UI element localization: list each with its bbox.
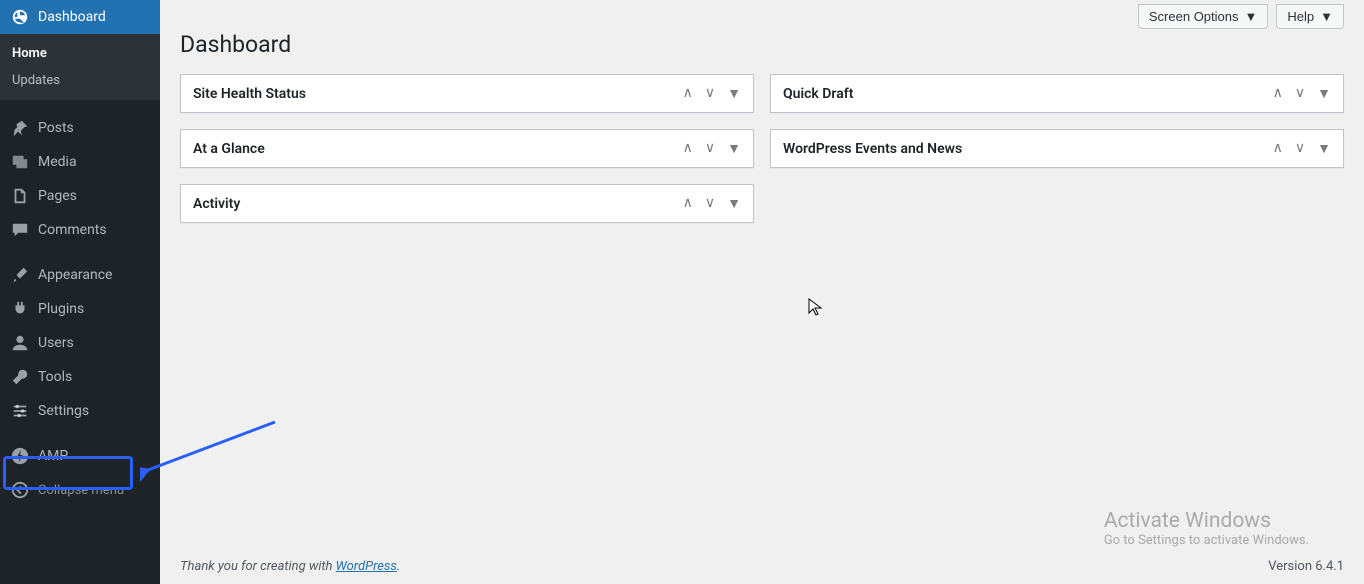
move-up-icon[interactable]: ∧ (683, 195, 693, 212)
metabox-activity: Activity ∧ ∨ ▼ (180, 184, 754, 223)
caret-down-icon: ▼ (1245, 9, 1258, 24)
sidebar-submenu: Home Updates (0, 34, 160, 100)
brush-icon (10, 266, 30, 284)
metabox-at-a-glance: At a Glance ∧ ∨ ▼ (180, 129, 754, 168)
watermark-subtitle: Go to Settings to activate Windows. (1104, 533, 1309, 548)
footer-suffix: . (397, 559, 400, 574)
metabox-column-1: Site Health Status ∧ ∨ ▼ At a Glance ∧ ∨… (180, 74, 754, 223)
collapse-icon (10, 481, 30, 499)
pin-icon (10, 119, 30, 137)
metabox-title: WordPress Events and News (783, 141, 1273, 157)
move-up-icon[interactable]: ∧ (1273, 140, 1283, 157)
button-label: Help (1287, 9, 1314, 24)
screen-options-button[interactable]: Screen Options ▼ (1138, 4, 1268, 29)
sliders-icon (10, 402, 30, 420)
pages-icon (10, 187, 30, 205)
button-label: Screen Options (1149, 9, 1239, 24)
sidebar-label: Pages (38, 188, 77, 204)
metabox-column-2: Quick Draft ∧ ∨ ▼ WordPress Events and N… (770, 74, 1344, 223)
sidebar-label: Posts (38, 120, 74, 136)
mouse-cursor-icon (808, 298, 824, 318)
sidebar-label: Users (38, 335, 74, 351)
sidebar-item-media[interactable]: Media (0, 145, 160, 179)
move-up-icon[interactable]: ∧ (1273, 85, 1283, 102)
toggle-panel-icon[interactable]: ▼ (727, 85, 741, 102)
move-down-icon[interactable]: ∨ (705, 195, 715, 212)
sidebar-item-appearance[interactable]: Appearance (0, 258, 160, 292)
metabox-quick-draft: Quick Draft ∧ ∨ ▼ (770, 74, 1344, 113)
toggle-panel-icon[interactable]: ▼ (727, 140, 741, 157)
move-down-icon[interactable]: ∨ (1295, 140, 1305, 157)
sidebar-label: Settings (38, 403, 89, 419)
sidebar-item-users[interactable]: Users (0, 326, 160, 360)
content-area: Screen Options ▼ Help ▼ Dashboard Site H… (160, 0, 1364, 584)
sidebar-item-comments[interactable]: Comments (0, 213, 160, 247)
sidebar-label: AMP (38, 448, 68, 464)
move-up-icon[interactable]: ∧ (683, 140, 693, 157)
footer-wordpress-link[interactable]: WordPress (336, 559, 397, 574)
sidebar-label: Appearance (38, 267, 112, 283)
sidebar-item-tools[interactable]: Tools (0, 360, 160, 394)
media-icon (10, 153, 30, 171)
watermark-title: Activate Windows (1104, 509, 1309, 533)
toggle-panel-icon[interactable]: ▼ (727, 195, 741, 212)
metabox-title: Quick Draft (783, 86, 1273, 102)
footer-prefix: Thank you for creating with (180, 559, 336, 574)
sidebar-item-posts[interactable]: Posts (0, 111, 160, 145)
sidebar-subitem-updates[interactable]: Updates (0, 67, 160, 94)
toggle-panel-icon[interactable]: ▼ (1317, 85, 1331, 102)
move-down-icon[interactable]: ∨ (705, 140, 715, 157)
sidebar-label: Comments (38, 222, 107, 238)
move-down-icon[interactable]: ∨ (1295, 85, 1305, 102)
screen-meta-links: Screen Options ▼ Help ▼ (160, 0, 1364, 29)
metabox-site-health: Site Health Status ∧ ∨ ▼ (180, 74, 754, 113)
metabox-title: At a Glance (193, 141, 683, 157)
sidebar-label: Dashboard (38, 9, 106, 25)
comments-icon (10, 221, 30, 239)
dashboard-icon (10, 8, 30, 26)
sidebar-label: Plugins (38, 301, 84, 317)
sidebar-item-settings[interactable]: Settings (0, 394, 160, 428)
sidebar-label: Media (38, 154, 77, 170)
toggle-panel-icon[interactable]: ▼ (1317, 140, 1331, 157)
amp-icon (10, 447, 30, 465)
metabox-events-news: WordPress Events and News ∧ ∨ ▼ (770, 129, 1344, 168)
sidebar-item-pages[interactable]: Pages (0, 179, 160, 213)
collapse-label: Collapse menu (38, 483, 124, 498)
caret-down-icon: ▼ (1320, 9, 1333, 24)
sidebar-subitem-home[interactable]: Home (0, 40, 160, 67)
sidebar-item-plugins[interactable]: Plugins (0, 292, 160, 326)
move-up-icon[interactable]: ∧ (683, 85, 693, 102)
wrench-icon (10, 368, 30, 386)
sidebar-item-dashboard[interactable]: Dashboard (0, 0, 160, 34)
move-down-icon[interactable]: ∨ (705, 85, 715, 102)
footer-version: Version 6.4.1 (1268, 559, 1344, 574)
admin-sidebar: Dashboard Home Updates Posts Media Pages… (0, 0, 160, 584)
page-title: Dashboard (160, 29, 1364, 74)
metabox-title: Activity (193, 196, 683, 212)
sidebar-item-amp[interactable]: AMP (0, 439, 160, 473)
metabox-container: Site Health Status ∧ ∨ ▼ At a Glance ∧ ∨… (160, 74, 1364, 223)
metabox-title: Site Health Status (193, 86, 683, 102)
collapse-menu-button[interactable]: Collapse menu (0, 473, 160, 507)
plug-icon (10, 300, 30, 318)
windows-activation-watermark: Activate Windows Go to Settings to activ… (1104, 509, 1309, 548)
footer-thankyou: Thank you for creating with WordPress. (180, 559, 400, 574)
sidebar-label: Tools (38, 369, 72, 385)
user-icon (10, 334, 30, 352)
help-button[interactable]: Help ▼ (1276, 4, 1344, 29)
